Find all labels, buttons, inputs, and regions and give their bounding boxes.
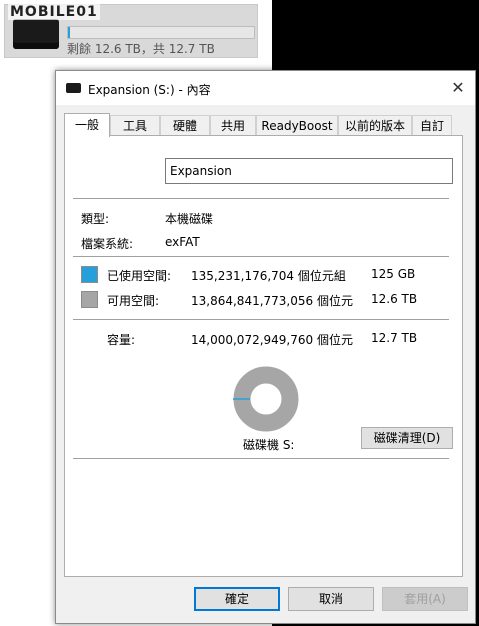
- type-label: 類型:: [81, 212, 110, 226]
- used-space-bytes: 135,231,176,704 個位元組: [191, 269, 346, 283]
- free-space-label: 可用空間:: [107, 294, 160, 308]
- divider: [73, 198, 449, 199]
- file-system-label: 檔案系統:: [81, 237, 134, 251]
- volume-name-input[interactable]: [165, 158, 453, 184]
- properties-dialog: Expansion (S:) - 內容 ✕ 一般 工具 硬體 共用 ReadyB…: [55, 70, 476, 624]
- drive-icon: [66, 83, 81, 93]
- dialog-title: Expansion (S:) - 內容: [88, 83, 211, 97]
- divider: [73, 458, 449, 459]
- divider: [73, 256, 449, 257]
- tab-customize[interactable]: 自訂: [412, 115, 452, 135]
- drive-usage-bar: [67, 26, 255, 39]
- file-system-value: exFAT: [165, 235, 200, 249]
- ok-button[interactable]: 確定: [194, 587, 280, 611]
- free-space-bytes: 13,864,841,773,056 個位元: [191, 294, 353, 308]
- free-space-swatch: [81, 291, 98, 308]
- capacity-label: 容量:: [107, 333, 136, 347]
- tab-sharing[interactable]: 共用: [210, 115, 256, 135]
- free-space-size: 12.6 TB: [371, 292, 418, 306]
- disk-cleanup-button[interactable]: 磁碟清理(D): [361, 427, 453, 449]
- cancel-button[interactable]: 取消: [288, 587, 374, 611]
- tab-general[interactable]: 一般: [64, 113, 110, 137]
- tab-previous-versions[interactable]: 以前的版本: [338, 115, 412, 135]
- used-space-swatch: [81, 266, 98, 283]
- close-button[interactable]: ✕: [441, 71, 475, 105]
- usage-donut-chart: [233, 366, 299, 432]
- watermark-logo: MOBILE01: [8, 4, 100, 20]
- drive-usage-bar-fill: [68, 27, 70, 38]
- tab-readyboost[interactable]: ReadyBoost: [256, 115, 338, 135]
- drive-free-text: 剩餘 12.6 TB，共 12.7 TB: [67, 42, 215, 56]
- drive-caption: 磁碟機 S:: [243, 438, 295, 452]
- divider: [73, 319, 449, 320]
- capacity-size: 12.7 TB: [371, 331, 418, 345]
- used-space-label: 已使用空間:: [107, 269, 172, 283]
- type-value: 本機磁碟: [165, 212, 214, 226]
- used-space-size: 125 GB: [371, 267, 416, 281]
- close-icon: ✕: [451, 78, 465, 97]
- tab-tools[interactable]: 工具: [110, 115, 160, 135]
- tab-strip: 一般 工具 硬體 共用 ReadyBoost 以前的版本 自訂: [64, 113, 464, 137]
- tab-hardware[interactable]: 硬體: [160, 115, 210, 135]
- capacity-bytes: 14,000,072,949,760 個位元: [191, 333, 353, 347]
- external-drive-icon: [13, 19, 59, 49]
- general-tab-panel: 類型: 本機磁碟 檔案系統: exFAT 已使用空間: 135,231,176,…: [64, 135, 463, 577]
- title-bar[interactable]: Expansion (S:) - 內容 ✕: [56, 71, 475, 105]
- apply-button[interactable]: 套用(A): [382, 587, 468, 611]
